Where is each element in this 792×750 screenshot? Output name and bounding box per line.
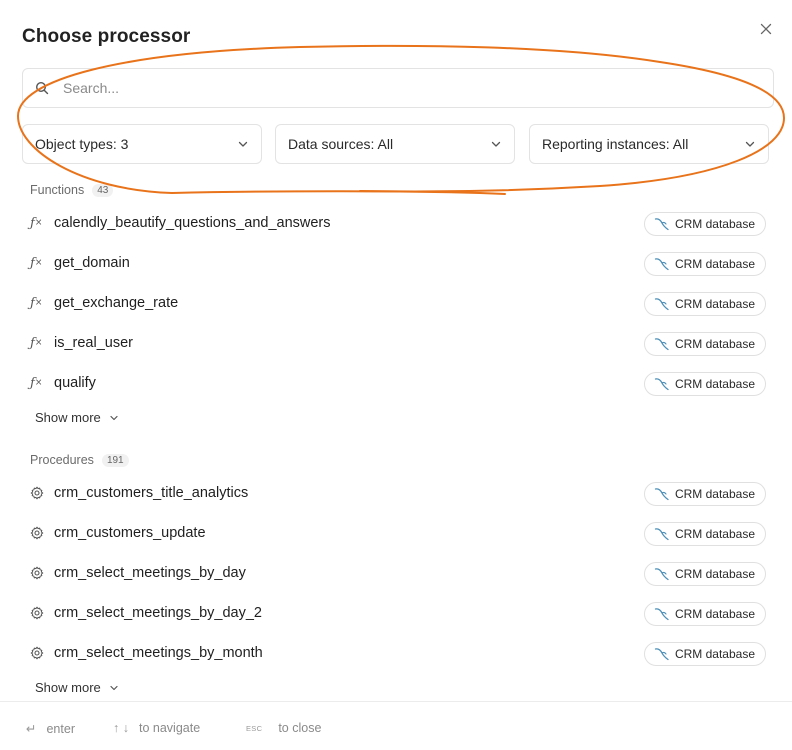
esc-key-icon: ESC [246,723,263,733]
chevron-down-icon [110,685,118,690]
mysql-icon [654,608,669,621]
search-box[interactable] [22,68,774,108]
search-icon [35,81,49,95]
chevron-down-icon [745,141,755,147]
show-more-label: Show more [35,680,101,695]
data-source-label: CRM database [674,257,755,271]
mysql-icon [654,218,669,231]
data-source-label: CRM database [674,377,755,391]
enter-hint: ↵ enter [26,721,75,737]
procedure-item[interactable]: crm_select_meetings_by_day_2 CRM databas… [22,593,772,633]
data-source-label: CRM database [674,297,755,311]
data-source-label: CRM database [674,607,755,621]
data-source-chip: CRM database [643,522,766,546]
function-item[interactable]: ƒ × is_real_user CRM database [22,323,772,363]
gear-icon [30,525,54,541]
procedure-item[interactable]: crm_select_meetings_by_day CRM database [22,553,772,593]
data-source-chip: CRM database [643,562,766,586]
function-icon: ƒ × [30,295,43,311]
procedure-name: crm_select_meetings_by_month [54,645,263,661]
close-button[interactable] [757,20,775,38]
function-name: qualify [54,375,96,391]
reporting-instances-filter[interactable]: Reporting instances: All [529,124,769,164]
gear-icon [30,485,54,501]
function-name: get_exchange_rate [54,295,179,311]
close-icon [760,23,772,35]
function-item[interactable]: ƒ × get_domain CRM database [22,243,772,283]
data-source-label: CRM database [674,487,755,501]
procedure-item[interactable]: crm_customers_title_analytics CRM databa… [22,473,772,513]
mysql-icon [654,298,669,311]
function-icon: ƒ × [30,255,43,271]
mysql-icon [654,648,669,661]
function-name: calendly_beautify_questions_and_answers [54,215,331,231]
procedures-section-header: Procedures 191 [30,453,129,467]
object-types-filter[interactable]: Object types: 3 [22,124,262,164]
data-source-chip: CRM database [643,482,766,506]
keyboard-hints-footer: ↵ enter ↑ ↓ to navigate ESC to close [0,701,792,750]
data-source-chip: CRM database [643,642,766,666]
mysql-icon [654,338,669,351]
gear-icon [30,605,54,621]
procedure-item[interactable]: crm_select_meetings_by_month CRM databas… [22,633,772,673]
data-source-label: CRM database [674,217,755,231]
function-icon: ƒ × [30,215,43,231]
chevron-down-icon [238,141,248,147]
function-icon: ƒ × [30,375,43,391]
gear-icon [30,565,54,581]
procedure-name: crm_customers_title_analytics [54,485,249,501]
functions-section-label: Functions [30,183,85,197]
enter-hint-label: enter [46,721,75,736]
procedure-name: crm_select_meetings_by_day_2 [54,605,262,621]
data-source-label: CRM database [674,527,755,541]
navigate-hint: ↑ ↓ to navigate [113,721,200,735]
mysql-icon [654,488,669,501]
close-hint: ESC to close [246,721,321,735]
procedure-name: crm_select_meetings_by_day [54,565,246,581]
data-source-chip: CRM database [643,602,766,626]
object-types-filter-label: Object types: 3 [35,136,129,152]
functions-count-badge: 43 [92,183,114,197]
mysql-icon [654,568,669,581]
data-source-chip: CRM database [643,332,766,356]
function-icon: ƒ × [30,335,43,351]
functions-show-more-button[interactable]: Show more [35,410,119,425]
function-name: is_real_user [54,335,133,351]
mysql-icon [654,258,669,271]
function-item[interactable]: ƒ × qualify CRM database [22,363,772,403]
data-source-label: CRM database [674,337,755,351]
gear-icon [30,645,54,661]
data-sources-filter[interactable]: Data sources: All [275,124,515,164]
data-source-label: CRM database [674,567,755,581]
search-input[interactable] [63,80,743,96]
function-name: get_domain [54,255,130,271]
data-source-chip: CRM database [643,252,766,276]
function-item[interactable]: ƒ × get_exchange_rate CRM database [22,283,772,323]
mysql-icon [654,378,669,391]
function-item[interactable]: ƒ × calendly_beautify_questions_and_answe… [22,203,772,243]
show-more-label: Show more [35,410,101,425]
data-source-chip: CRM database [643,372,766,396]
data-source-chip: CRM database [643,292,766,316]
data-source-chip: CRM database [643,212,766,236]
enter-key-icon: ↵ [26,722,37,736]
procedures-section-label: Procedures [30,453,94,467]
procedures-count-badge: 191 [101,453,129,467]
data-source-label: CRM database [674,647,755,661]
close-hint-label: to close [278,721,322,735]
procedures-show-more-button[interactable]: Show more [35,680,119,695]
arrow-keys-icon: ↑ ↓ [113,721,129,735]
choose-processor-dialog: Choose processor Object types: 3 Data so… [0,0,792,750]
navigate-hint-label: to navigate [138,721,201,735]
chevron-down-icon [491,141,501,147]
functions-section-header: Functions 43 [30,183,114,197]
mysql-icon [654,528,669,541]
reporting-instances-filter-label: Reporting instances: All [542,136,689,152]
dialog-title: Choose processor [22,26,191,47]
procedure-name: crm_customers_update [54,525,206,541]
data-sources-filter-label: Data sources: All [288,136,394,152]
procedure-item[interactable]: crm_customers_update CRM database [22,513,772,553]
chevron-down-icon [110,415,118,420]
